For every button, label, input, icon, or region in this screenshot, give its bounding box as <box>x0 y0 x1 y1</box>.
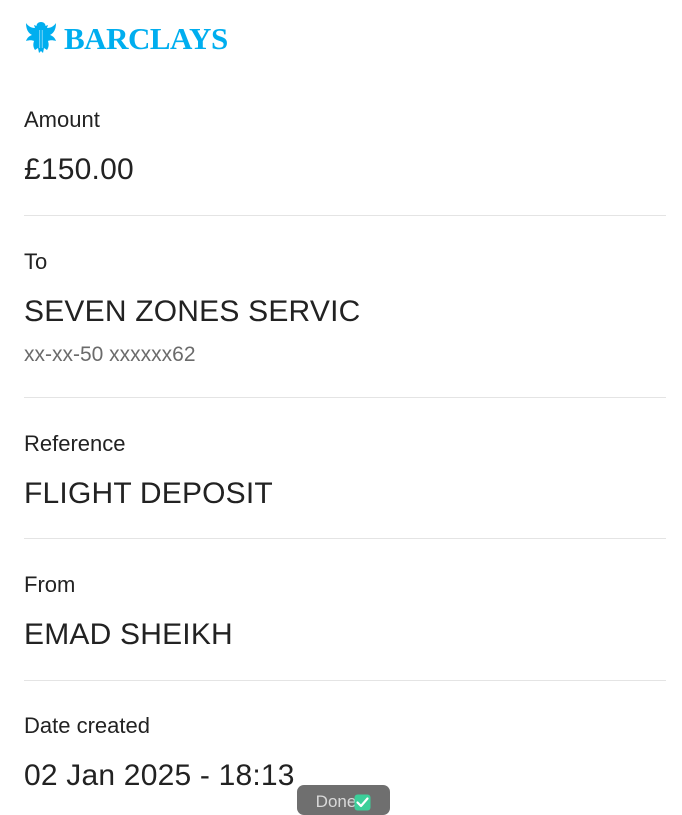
payee-name: SEVEN ZONES SERVIC <box>24 295 361 328</box>
to-label: To <box>24 249 48 274</box>
reference-label: Reference <box>24 431 126 456</box>
reference-value-row: FLIGHT DEPOSIT <box>24 479 666 509</box>
done-button-label: Done <box>315 792 357 811</box>
amount-value-row: £150.00 <box>24 155 666 185</box>
reference-value: FLIGHT DEPOSIT <box>24 477 273 510</box>
reference-section: Reference <box>24 433 666 455</box>
amount-value: £150.00 <box>24 153 134 186</box>
divider <box>24 680 666 681</box>
barclays-logo: BARCLAYS <box>24 18 228 58</box>
date-created-section: Date created <box>24 715 666 737</box>
date-created-label: Date created <box>24 713 150 738</box>
to-section: To <box>24 251 666 273</box>
from-section: From <box>24 574 666 596</box>
brand-name: BARCLAYS <box>64 20 228 56</box>
from-value-row: EMAD SHEIKH <box>24 620 666 650</box>
check-icon <box>354 794 371 811</box>
amount-label: Amount <box>24 107 100 132</box>
to-value-row: SEVEN ZONES SERVIC <box>24 297 666 327</box>
from-value: EMAD SHEIKH <box>24 618 233 651</box>
divider <box>24 538 666 539</box>
eagle-logo-icon <box>26 22 56 53</box>
payee-account-number: xx-xx-50 xxxxxx62 <box>24 343 196 366</box>
divider <box>24 215 666 216</box>
amount-section: Amount <box>24 109 666 131</box>
to-account-row: xx-xx-50 xxxxxx62 <box>24 344 666 365</box>
done-button[interactable]: Done <box>297 785 390 815</box>
divider <box>24 397 666 398</box>
from-label: From <box>24 572 76 597</box>
